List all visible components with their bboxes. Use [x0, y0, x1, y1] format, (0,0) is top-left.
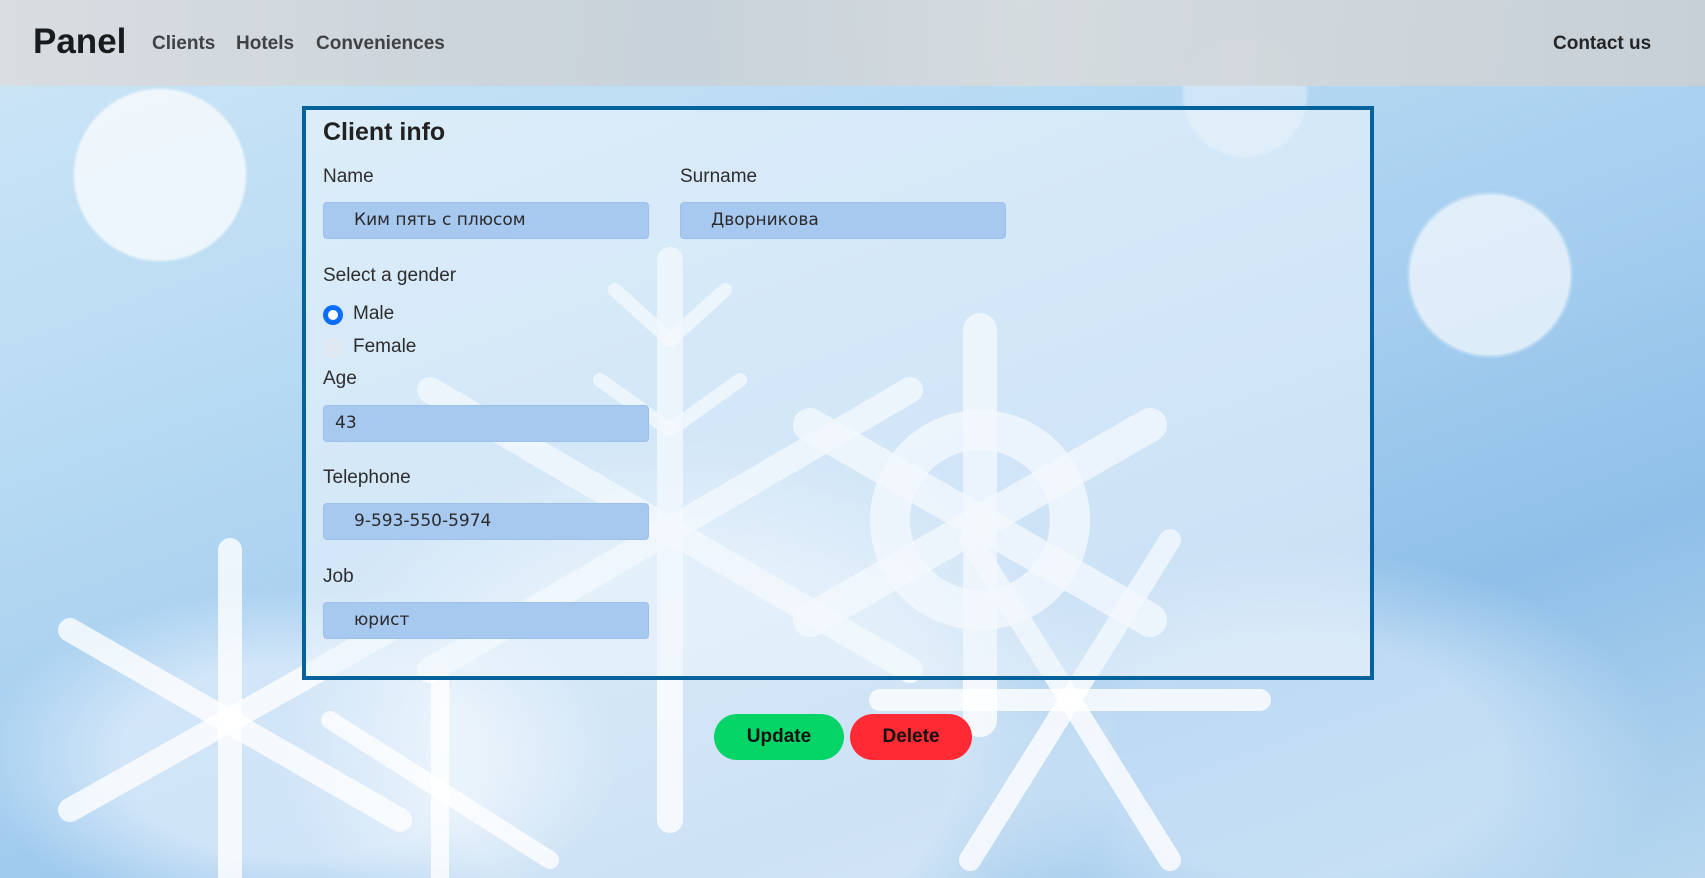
- brand-logo[interactable]: Panel: [33, 22, 126, 62]
- surname-label: Surname: [680, 166, 758, 187]
- male-radio-label[interactable]: Male: [353, 303, 394, 325]
- age-label: Age: [323, 368, 357, 389]
- telephone-label: Telephone: [323, 467, 411, 488]
- client-info-card: Client info Name Ким пять с плюсом Surna…: [302, 106, 1374, 680]
- nav-link-hotels[interactable]: Hotels: [236, 33, 294, 55]
- male-radio[interactable]: [323, 305, 343, 325]
- surname-field[interactable]: Дворникова: [680, 202, 1006, 239]
- update-button[interactable]: Update: [714, 714, 844, 760]
- top-navbar: Panel Clients Hotels Conveniences Contac…: [0, 0, 1705, 86]
- nav-link-conveniences[interactable]: Conveniences: [316, 33, 445, 55]
- female-radio-label[interactable]: Female: [353, 336, 416, 358]
- gender-label: Select a gender: [323, 265, 457, 286]
- job-field[interactable]: юрист: [323, 602, 649, 639]
- name-field[interactable]: Ким пять с плюсом: [323, 202, 649, 239]
- age-field[interactable]: 43: [323, 405, 649, 442]
- name-label: Name: [323, 166, 374, 187]
- delete-button[interactable]: Delete: [850, 714, 972, 760]
- nav-link-contact-us[interactable]: Contact us: [1553, 33, 1651, 55]
- job-label: Job: [323, 566, 354, 587]
- nav-link-clients[interactable]: Clients: [152, 33, 215, 55]
- card-title: Client info: [323, 118, 446, 146]
- female-radio[interactable]: [323, 338, 343, 358]
- telephone-field[interactable]: 9-593-550-5974: [323, 503, 649, 540]
